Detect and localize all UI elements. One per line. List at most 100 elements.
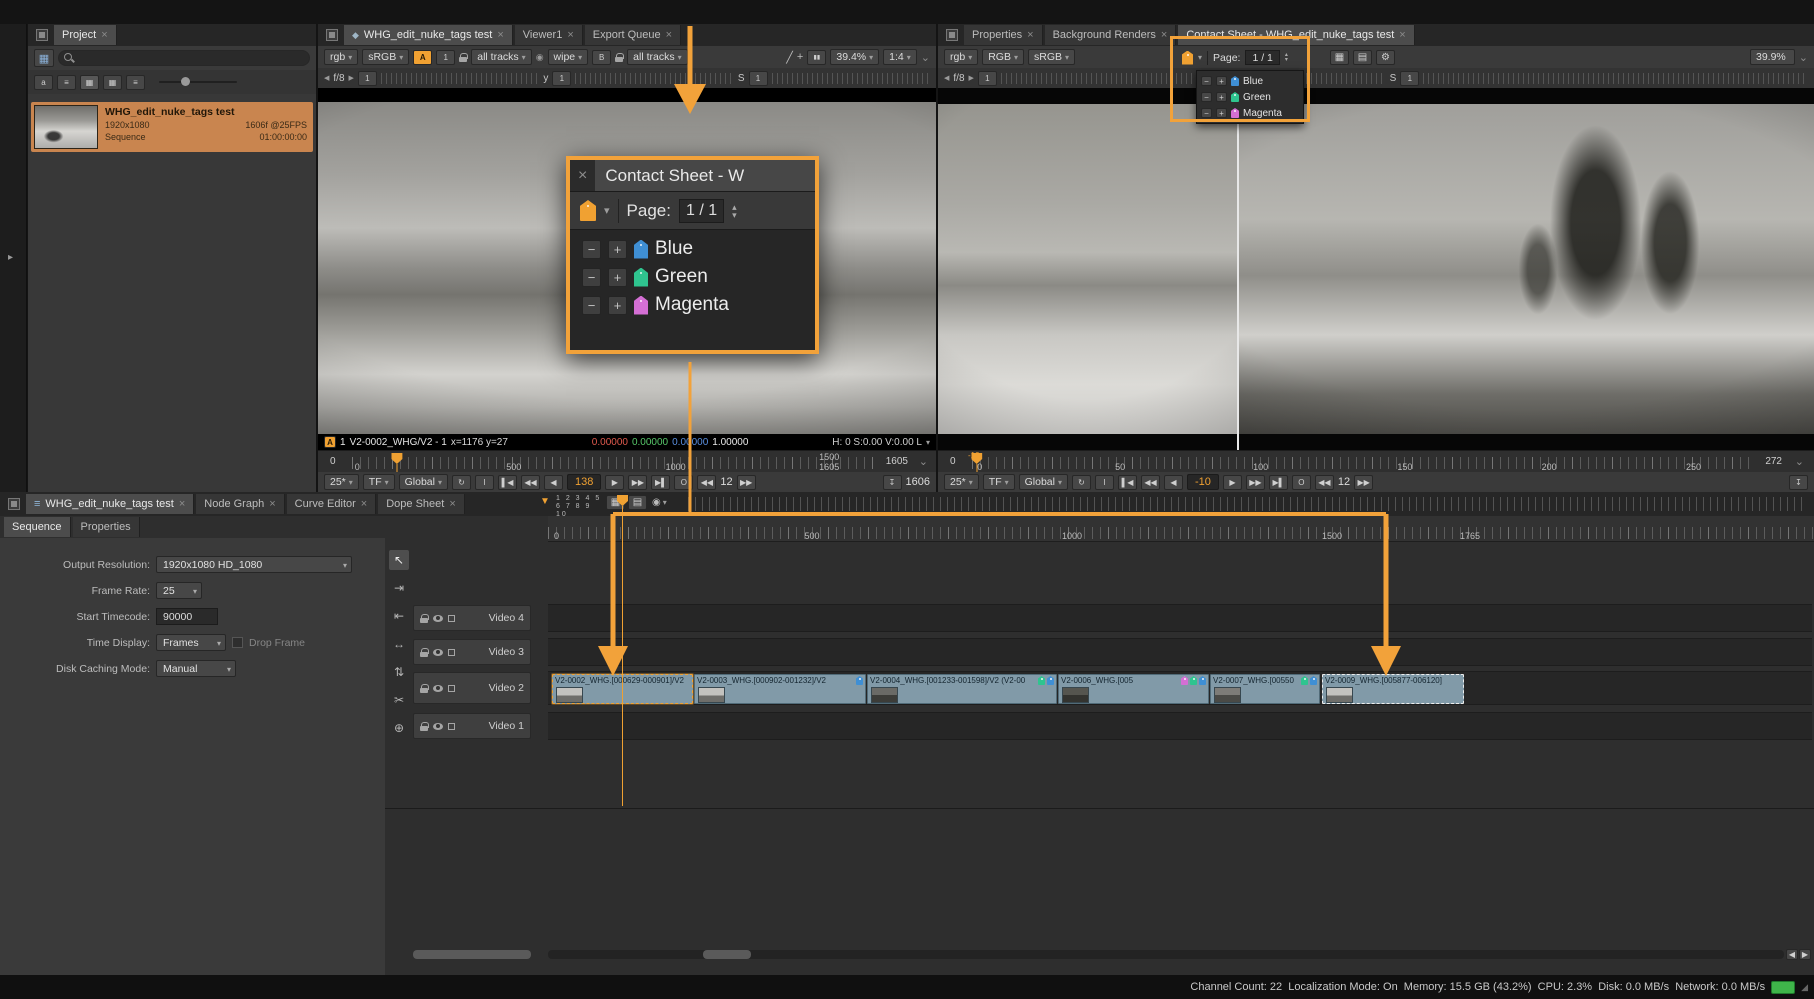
- add-tag-button[interactable]: +: [608, 296, 627, 315]
- remove-tag-button[interactable]: −: [582, 296, 601, 315]
- close-icon[interactable]: ×: [1027, 29, 1033, 41]
- tag-menu-item-magenta[interactable]: − + Magenta: [1201, 105, 1299, 121]
- tag-dropdown-caret-icon[interactable]: ▾: [1198, 53, 1202, 62]
- gain-slider[interactable]: [381, 73, 539, 84]
- settings-gear-icon[interactable]: ⚙: [1376, 50, 1395, 65]
- page-spinner[interactable]: ▴▾: [1285, 53, 1288, 63]
- resize-grip-icon[interactable]: ◢: [1801, 982, 1808, 993]
- tag-menu-item-magenta[interactable]: − + Magenta: [582, 294, 803, 316]
- skip-amount[interactable]: 12: [720, 476, 732, 488]
- close-icon[interactable]: ×: [497, 29, 503, 41]
- green-tag-icon[interactable]: [1038, 676, 1045, 685]
- green-tag-icon[interactable]: [1301, 676, 1308, 685]
- add-tag-button[interactable]: +: [608, 268, 627, 287]
- blue-tag-icon[interactable]: [856, 676, 863, 685]
- slide-tool[interactable]: ↔: [389, 634, 409, 654]
- multi-tool[interactable]: ↖: [389, 550, 409, 570]
- track-lane-video3[interactable]: [548, 638, 1812, 666]
- scroll-right-button[interactable]: ▶: [1799, 949, 1811, 960]
- step-forward-button[interactable]: ▶: [605, 475, 624, 490]
- timeline-clip[interactable]: V2-0007_WHG.[00550: [1210, 674, 1320, 704]
- b-buffer-badge[interactable]: B: [592, 50, 611, 65]
- expand-panel-icon[interactable]: ▸: [8, 252, 13, 263]
- project-item-sequence[interactable]: WHG_edit_nuke_tags test 1920x1080 1606f …: [31, 102, 313, 152]
- search-input[interactable]: [58, 50, 310, 66]
- jump-end-button[interactable]: ▶▌: [1269, 475, 1288, 490]
- track-header-video2[interactable]: Video 2: [413, 672, 531, 704]
- tab-timeline-sequence[interactable]: ≡WHG_edit_nuke_tags test×: [26, 494, 194, 514]
- display-select[interactable]: RGB▾: [982, 49, 1024, 65]
- track-lane-video2[interactable]: V2-0002_WHG.[000629-000901]/V2 V2-0003_W…: [548, 671, 1812, 705]
- list-view-button[interactable]: ≡: [57, 75, 76, 90]
- in-point-button[interactable]: I: [475, 475, 494, 490]
- lock-icon[interactable]: [420, 684, 428, 693]
- tab-viewer1[interactable]: Viewer1×: [515, 25, 583, 45]
- remove-tag-button[interactable]: −: [1201, 92, 1212, 102]
- collapse-icon[interactable]: ⌄: [921, 51, 930, 64]
- timecode-mode-select[interactable]: TF▾: [363, 474, 395, 490]
- fps-select[interactable]: 25*▾: [944, 474, 979, 490]
- collapse-icon[interactable]: ⌄: [919, 455, 928, 468]
- a-track-select[interactable]: all tracks▾: [471, 49, 531, 65]
- gamma-value[interactable]: 1: [552, 71, 571, 86]
- razor-tool[interactable]: ✂: [389, 690, 409, 710]
- collapse-icon[interactable]: ⌄: [1799, 51, 1808, 64]
- channel-select[interactable]: rgb▾: [324, 49, 358, 65]
- visibility-icon[interactable]: [433, 649, 443, 656]
- track-output-icon[interactable]: [448, 615, 455, 622]
- page-spinner[interactable]: ▴▾: [732, 203, 737, 219]
- b-track-select[interactable]: all tracks▾: [627, 49, 687, 65]
- tab-contact-sheet[interactable]: Contact Sheet - WHG_edit_nuke_tags test×: [1178, 25, 1414, 45]
- crosshair-icon[interactable]: +: [797, 51, 803, 63]
- track-lane-video4[interactable]: [548, 604, 1812, 632]
- proxy-select[interactable]: 1:4▾: [883, 49, 917, 65]
- roll-tool[interactable]: ⇅: [389, 662, 409, 682]
- step-forward-button[interactable]: ▶: [1223, 475, 1242, 490]
- tab-sequence-properties[interactable]: Properties: [73, 517, 140, 537]
- record-menu[interactable]: ◉▾: [652, 497, 667, 508]
- track-header-scrollbar[interactable]: [413, 950, 531, 959]
- remove-tag-button[interactable]: −: [582, 268, 601, 287]
- slider-handle[interactable]: [181, 77, 190, 86]
- lock-icon[interactable]: [420, 722, 428, 731]
- sort-alpha-button[interactable]: a: [34, 75, 53, 90]
- track-header-video3[interactable]: Video 3: [413, 639, 531, 665]
- timeline-ruler[interactable]: 0 500 1000 1500 1765: [548, 516, 1814, 542]
- blend-indicator-icon[interactable]: ◉: [536, 52, 544, 63]
- step-back-button[interactable]: ◀: [544, 475, 563, 490]
- colorspace-select[interactable]: sRGB▾: [362, 49, 409, 65]
- viewer-timeline-ruler[interactable]: 0 0 500 1000 1500 1605 1605 ⌄: [318, 450, 936, 472]
- gain-value[interactable]: 1: [358, 71, 377, 86]
- tag-icon[interactable]: [580, 200, 596, 221]
- track-header-video1[interactable]: Video 1: [413, 713, 531, 739]
- blue-tag-icon[interactable]: [1199, 676, 1206, 685]
- close-icon[interactable]: ×: [1161, 29, 1167, 41]
- view-mode-button[interactable]: ▦: [34, 49, 54, 67]
- tab-export-queue[interactable]: Export Queue×: [585, 25, 681, 45]
- range-mode-select[interactable]: Global▾: [399, 474, 448, 490]
- tag-menu-item-blue[interactable]: − + Blue: [1201, 73, 1299, 89]
- play-forward-button[interactable]: ▶▶: [628, 475, 647, 490]
- small-grid-view-button[interactable]: ▦: [103, 75, 122, 90]
- tag-icon[interactable]: [1182, 51, 1193, 65]
- add-tag-button[interactable]: +: [1216, 108, 1227, 118]
- time-display-select[interactable]: Frames: [156, 634, 226, 651]
- contact-sheet-image-right[interactable]: [1239, 104, 1814, 434]
- gain-value[interactable]: 1: [978, 71, 997, 86]
- green-tag-icon[interactable]: [1190, 676, 1197, 685]
- skip-back-button[interactable]: ◀◀: [697, 475, 716, 490]
- grid-view-button[interactable]: ▦: [80, 75, 99, 90]
- close-icon[interactable]: ×: [449, 498, 455, 510]
- slip-tool[interactable]: ⇤: [389, 606, 409, 626]
- zoom-select[interactable]: 39.4%▾: [830, 49, 879, 65]
- panel-window-icon[interactable]: [8, 498, 20, 510]
- tab-dope-sheet[interactable]: Dope Sheet×: [378, 494, 465, 514]
- zoom-tool[interactable]: ⊕: [389, 718, 409, 738]
- blue-tag-icon[interactable]: [1310, 676, 1317, 685]
- close-icon[interactable]: ×: [179, 498, 185, 510]
- a-buffer-index[interactable]: 1: [436, 50, 455, 65]
- visibility-icon[interactable]: [433, 685, 443, 692]
- tag-menu-item-green[interactable]: − + Green: [1201, 89, 1299, 105]
- trim-tool[interactable]: ⇥: [389, 578, 409, 598]
- tab-sequence-viewer[interactable]: ◆WHG_edit_nuke_tags test×: [344, 25, 513, 45]
